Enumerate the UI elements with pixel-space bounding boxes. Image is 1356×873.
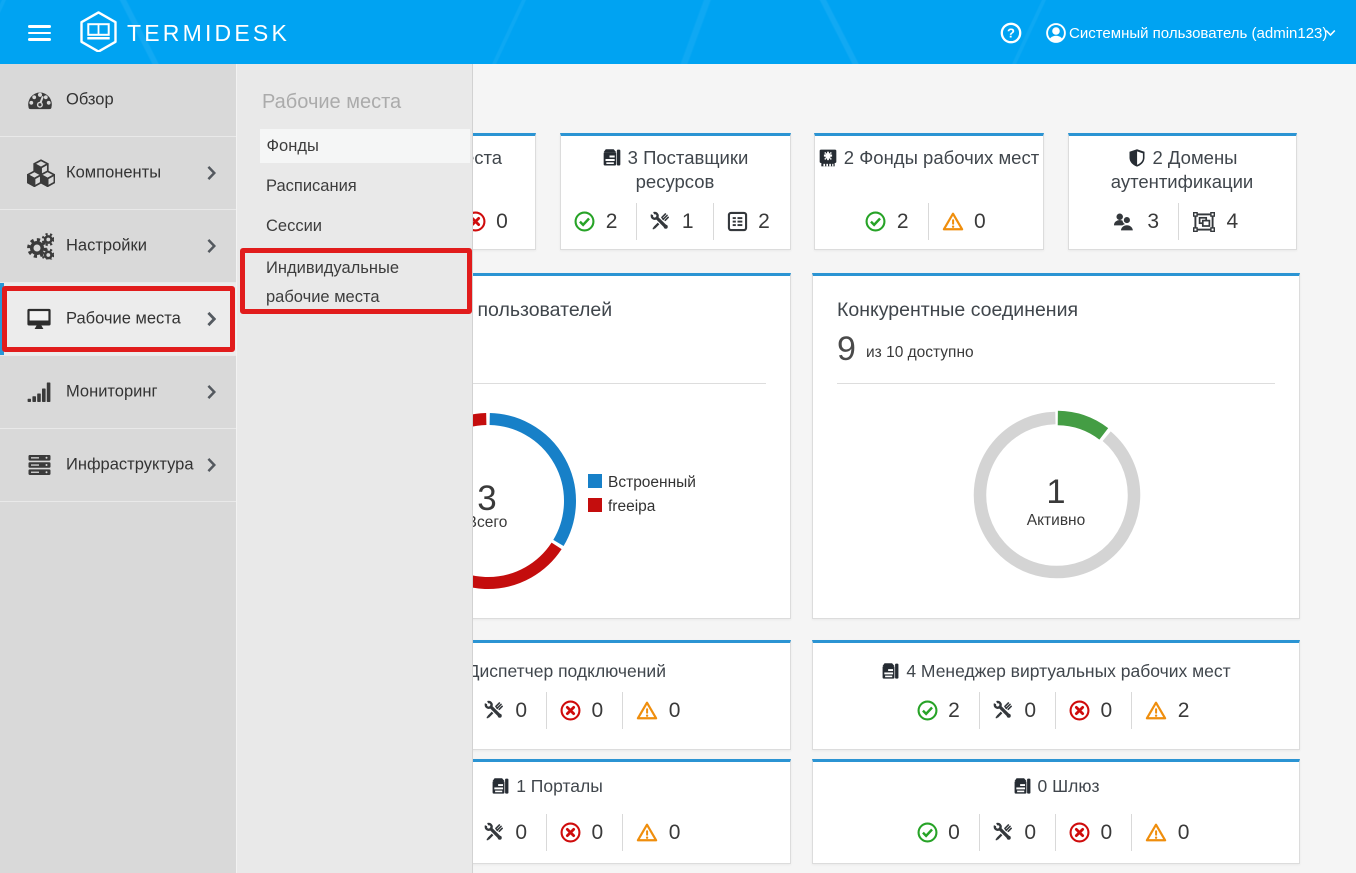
svg-text:?: ? [1007, 26, 1015, 41]
